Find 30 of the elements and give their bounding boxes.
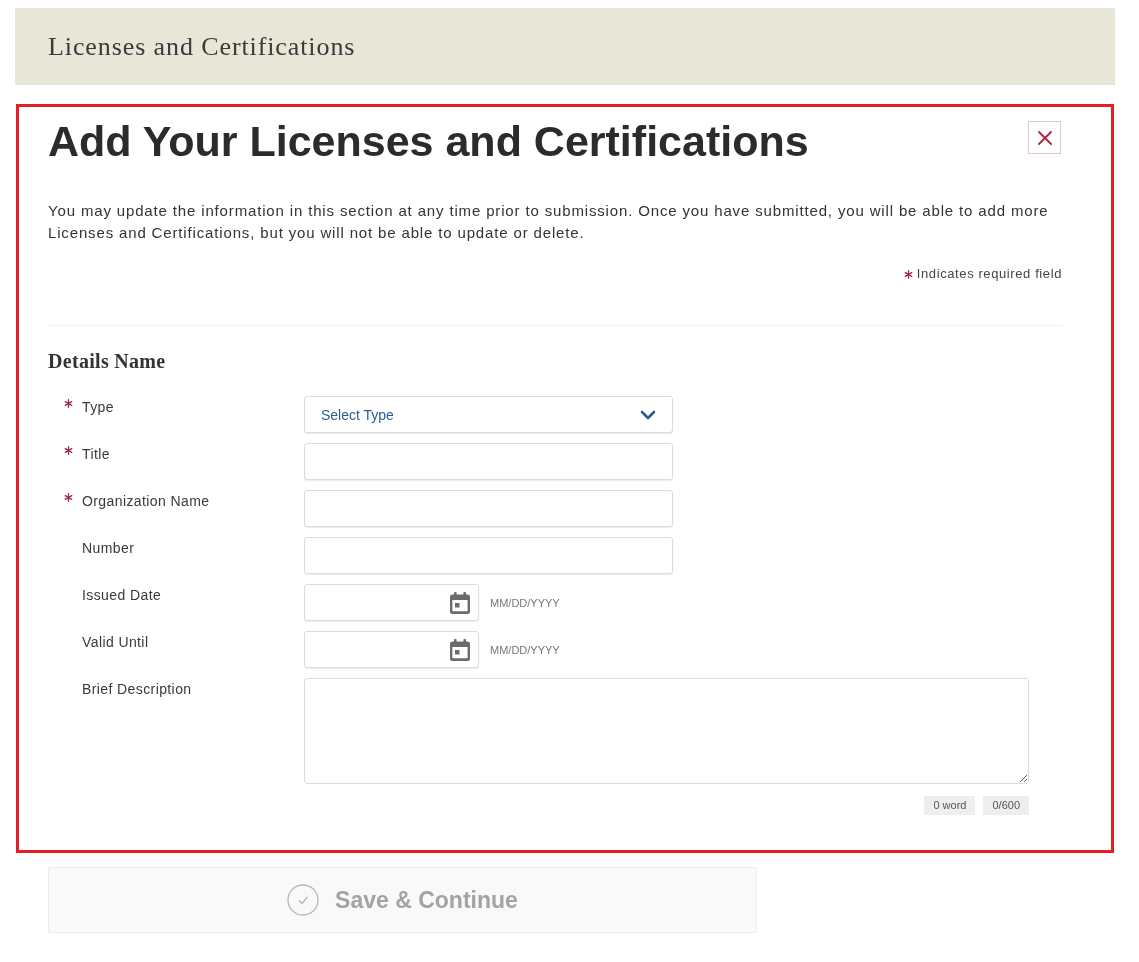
field-label: Number — [82, 539, 135, 557]
check-circle-icon — [287, 884, 320, 916]
close-button[interactable] — [1028, 121, 1061, 154]
close-icon — [1037, 130, 1052, 145]
field-label: Issued Date — [82, 586, 162, 604]
required-note: Indicates required field — [916, 265, 1062, 283]
field-label: Type — [82, 398, 114, 416]
date-format-hint: MM/DD/YYYY — [490, 643, 560, 656]
text-field[interactable] — [304, 490, 673, 527]
text-field[interactable] — [304, 443, 673, 480]
field-label: Organization Name — [82, 492, 210, 510]
description-text-area[interactable] — [304, 678, 1029, 784]
text-field[interactable] — [304, 537, 673, 574]
page-title: Licenses and Certifications — [48, 31, 356, 62]
required-asterisk-icon — [903, 269, 913, 279]
type-dropdown[interactable]: Select Type — [304, 396, 673, 433]
form-heading: Add Your Licenses and Certifications — [48, 117, 809, 165]
chevron-down-icon — [640, 409, 656, 420]
date-field[interactable] — [304, 584, 479, 621]
section-heading: Details Name — [48, 349, 167, 373]
date-field[interactable] — [304, 631, 479, 668]
date-format-hint: MM/DD/YYYY — [490, 596, 560, 609]
field-label: Title — [82, 445, 110, 463]
field-label: Valid Until — [82, 633, 149, 651]
field-label: Brief Description — [82, 680, 192, 698]
intro-text: You may update the information in this section at any time prior to submission. Once you have submitted, you will be able to add more Licenses and Certifications, but you will not be able to update or delete. — [48, 201, 1050, 243]
calendar-icon — [450, 591, 470, 614]
word-counter: 0 word — [924, 796, 976, 815]
character-counter: 0/600 — [983, 796, 1029, 815]
calendar-icon — [450, 638, 470, 661]
